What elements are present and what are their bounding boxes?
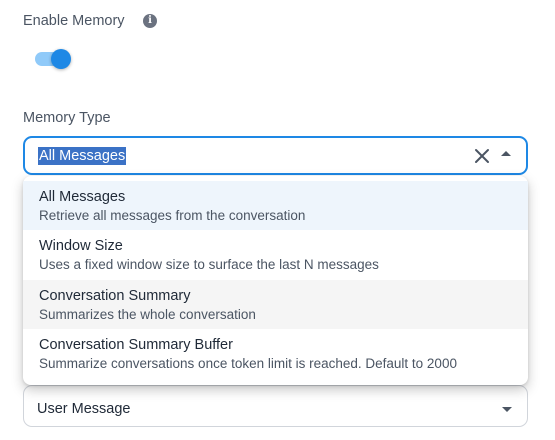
memory-type-select[interactable]: All Messages — [23, 136, 528, 175]
option-description: Summarize conversations once token limit… — [39, 356, 457, 371]
option-title: Conversation Summary Buffer — [39, 337, 233, 353]
option-all-messages[interactable]: All Messages Retrieve all messages from … — [23, 181, 528, 230]
option-window-size[interactable]: Window Size Uses a fixed window size to … — [23, 230, 528, 279]
memory-type-label: Memory Type — [23, 110, 111, 126]
close-icon[interactable] — [472, 146, 492, 166]
option-conversation-summary[interactable]: Conversation Summary Summarizes the whol… — [23, 280, 528, 329]
enable-memory-toggle[interactable] — [34, 49, 71, 69]
option-title: All Messages — [39, 189, 126, 205]
option-conversation-summary-buffer[interactable]: Conversation Summary Buffer Summarize co… — [23, 329, 528, 378]
chevron-down-icon[interactable] — [502, 407, 512, 412]
option-description: Uses a fixed window size to surface the … — [39, 257, 379, 272]
memory-settings-panel: Enable Memory i Memory Type All Messages… — [0, 0, 555, 440]
memory-type-selected-value[interactable]: All Messages — [38, 147, 127, 165]
message-type-select[interactable]: User Message — [23, 385, 528, 427]
option-description: Summarizes the whole conversation — [39, 307, 256, 322]
option-description: Retrieve all messages from the conversat… — [39, 208, 306, 223]
memory-type-options-list: All Messages Retrieve all messages from … — [23, 176, 528, 385]
toggle-thumb — [51, 49, 71, 69]
enable-memory-label: Enable Memory — [23, 13, 125, 29]
option-title: Window Size — [39, 238, 123, 254]
info-icon[interactable]: i — [143, 14, 157, 28]
message-type-selected-value: User Message — [37, 401, 131, 417]
chevron-up-icon[interactable] — [501, 151, 511, 156]
option-title: Conversation Summary — [39, 288, 191, 304]
